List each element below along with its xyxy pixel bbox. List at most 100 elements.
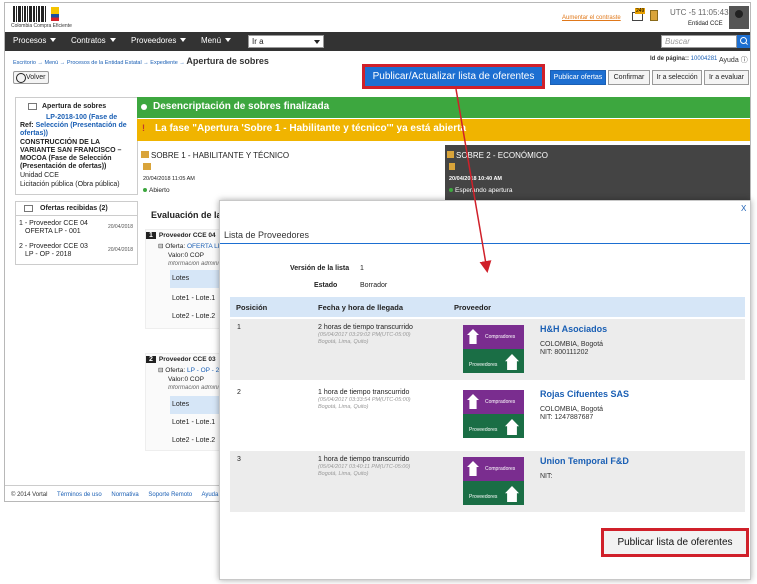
process-type: Licitación pública (Obra pública) [20,181,120,188]
entity-name: Entidad CCE [688,21,723,27]
ref-code[interactable]: LP-2018-100 (Fase de [46,114,136,122]
collapse-icon[interactable]: ⊟ [158,367,163,374]
contrast-link[interactable]: Aumentar el contraste [562,15,621,21]
provider-card: 2 Proveedor CCE 03 ⊟ Oferta: LP - OP - 2 … [145,353,230,451]
house-icon [505,419,519,435]
help-label: Ayuda [719,57,739,64]
nav-menu[interactable]: Menú [201,36,231,45]
row-position: 2 [237,389,241,396]
goto-evaluate-button[interactable]: Ir a evaluar [704,70,749,85]
provider-name-link[interactable]: H&H Asociados [540,324,607,334]
page-id-label: Id de página:: [650,56,689,62]
sobre-1-card[interactable]: SOBRE 1 - HABILITANTE Y TÉCNICO 20/04/20… [139,145,442,203]
breadcrumb-menu[interactable]: Menú [44,60,58,66]
envelope-icon [447,151,454,158]
sobre-2-card[interactable]: SOBRE 2 - ECONÓMICO 20/04/2018 10:40 AM … [445,145,750,203]
row-time: 2 horas de tiempo transcurrido [318,324,413,331]
logo-bottom: Proveedores [463,349,524,373]
nav-proveedores[interactable]: Proveedores [131,36,186,45]
nav-contratos[interactable]: Contratos [71,36,116,45]
publish-offers-button[interactable]: Publicar ofertas [550,70,606,85]
breadcrumb-escritorio[interactable]: Escritorio [13,60,36,66]
provider-name-text: Proveedor CCE 03 [158,356,216,363]
page-id-value: 10004281 [690,56,718,62]
col-arrival: Fecha y hora de llegada [318,303,404,312]
offer-item[interactable]: 1 - Proveedor CCE 04 OFERTA LP - 001 20/04… [19,220,135,236]
offer-link[interactable]: LP - OP - 2 [187,367,219,374]
sobre-title: SOBRE 2 - ECONÓMICO [447,151,548,160]
ref-phase[interactable]: Selección (Presentación de ofertas)) [20,122,127,137]
goto-selection-button[interactable]: Ir a selección [652,70,702,85]
search-icon[interactable] [737,35,750,48]
arrow-up-icon [467,461,479,476]
provider-logo: Compradores Proveedores [463,325,524,373]
goto-select[interactable]: Ir a [248,35,324,48]
row-stamp: (05/04/2017 03:40:11 PM(UTC-05:00) Bogotá… [318,464,438,478]
table-row: 3 1 hora de tiempo transcurrido (05/04/2… [230,451,745,512]
breadcrumb-sep: → [37,60,43,66]
back-button[interactable]: Volver [13,71,49,84]
logo-bottom-text: Proveedores [469,362,498,368]
row-stamp-tz: Bogotá, Lima, Quito) [318,471,369,477]
document-icon[interactable] [650,10,658,21]
ref-label: Ref: [20,122,34,129]
offer-link[interactable]: OFERTA LP [187,243,222,250]
sobre-title-text: SOBRE 2 - ECONÓMICO [456,151,549,160]
logo-text: Colombia Compra Eficiente [11,23,72,29]
provider-number: 2 [146,356,156,363]
flag-icon [51,7,59,21]
house-icon [505,354,519,370]
offers-panel: Ofertas recibidas (2) 1 - Proveedor CCE … [15,201,138,265]
lock-icon [449,163,455,170]
help-link[interactable]: Ayuda ⓘ [719,55,748,65]
process-summary-panel: Apertura de sobres LP-2018-100 (Fase de … [15,97,138,195]
row-stamp: (05/04/2017 03:33:54 PM(UTC-05:00) Bogotá… [318,397,438,411]
publish-list-button[interactable]: Publicar lista de oferentes [601,528,749,557]
breadcrumb-sep: → [143,60,149,66]
offer-date: 20/04/2018 [107,224,133,230]
version-value: 1 [360,265,364,272]
row-stamp-tz: Bogotá, Lima, Quito) [318,339,369,345]
col-position: Posición [236,303,268,312]
arrow-up-icon [467,394,479,409]
footer-terms-link[interactable]: Términos de uso [57,492,102,498]
sobre-title-text: SOBRE 1 - HABILITANTE Y TÉCNICO [151,151,290,160]
avatar[interactable] [729,6,749,29]
table-header: Posición Fecha y hora de llegada Proveed… [230,297,745,317]
status-green: Desencriptación de sobres finalizada [137,97,750,118]
row-stamp: (05/04/2017 03:29:02 PM(UTC-05:00) Bogotá… [318,332,438,346]
logo-bottom: Proveedores [463,481,524,505]
logo-top-text: Compradores [485,334,516,340]
logo-bottom-text: Proveedores [469,427,498,433]
nav-procesos[interactable]: Procesos [13,36,56,45]
provider-name: 1 Proveedor CCE 04 [146,232,230,239]
provider-name-link[interactable]: Union Temporal F&D [540,456,629,466]
provider-city: COLOMBIA, Bogotá [540,406,604,413]
footer-support-link[interactable]: Soporte Remoto [148,492,192,498]
help-icon: ⓘ [740,57,748,64]
desc-line-2: VARIANTE SAN FRANCISCO – [20,147,122,154]
provider-name-link[interactable]: Rojas Cifuentes SAS [540,389,629,399]
collapse-icon[interactable]: ⊟ [158,243,163,250]
confirm-button[interactable]: Confirmar [608,70,650,85]
logo-top: Compradores [463,390,524,414]
footer-help-link[interactable]: Ayuda [201,492,218,498]
house-icon [505,486,519,502]
publish-update-list-button[interactable]: Publicar/Actualizar lista de oferentes [362,64,545,89]
offer-date: 20/04/2018 [107,247,133,253]
footer-norms-link[interactable]: Normativa [111,492,138,498]
arrow-up-icon [467,329,479,344]
provider-city: COLOMBIA, Bogotá [540,341,604,348]
logo-bottom-text: Proveedores [469,494,498,500]
copyright: © 2014 Vortal [11,492,48,498]
provider-name-text: Proveedor CCE 04 [158,232,216,239]
table-row: 2 1 hora de tiempo transcurrido (05/04/2… [230,384,745,445]
breadcrumb-expediente[interactable]: Expediente [150,60,178,66]
panel-title: Apertura de sobres [42,103,107,110]
offer-item[interactable]: 2 - Proveedor CCE 03 LP - OP - 2018 20/04/… [19,243,135,259]
provider-logo: Compradores Proveedores [463,390,524,438]
breadcrumb-procesos[interactable]: Procesos de la Entidad Estatal [67,60,142,66]
close-icon[interactable]: X [741,204,746,213]
row-stamp-date: (05/04/2017 03:33:54 PM(UTC-05:00) [318,397,411,403]
search-input[interactable]: Buscar [661,35,737,48]
